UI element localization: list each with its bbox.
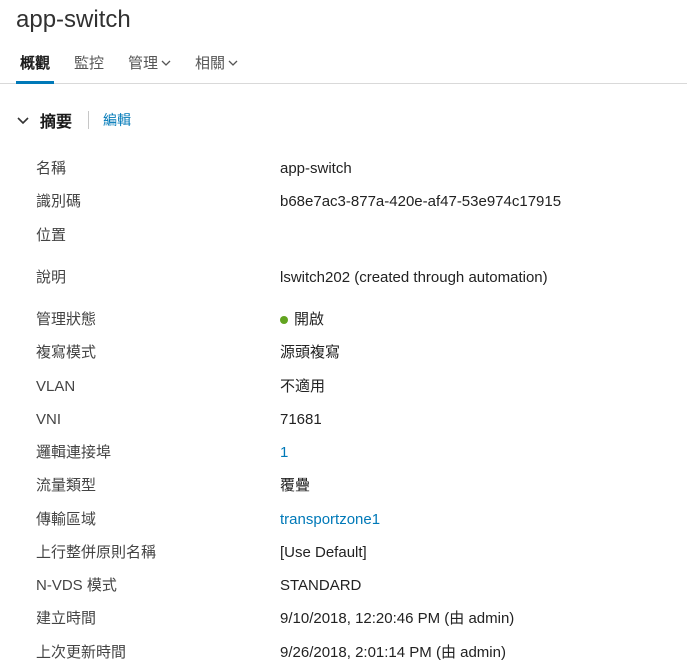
label-replication-mode: 複寫模式 — [36, 341, 280, 364]
row-transport-zone: 傳輸區域 transportzone1 — [36, 503, 687, 536]
label-uplink-teaming-policy: 上行整併原則名稱 — [36, 541, 280, 564]
row-last-modified: 上次更新時間 9/26/2018, 2:01:14 PM (由 admin) — [36, 636, 687, 669]
tab-manage[interactable]: 管理 — [124, 44, 175, 83]
value-logical-ports-link[interactable]: 1 — [280, 441, 288, 464]
value-description: lswitch202 (created through automation) — [280, 266, 548, 289]
chevron-down-icon — [161, 58, 171, 68]
row-nvds-mode: N-VDS 模式 STANDARD — [36, 569, 687, 602]
row-vni: VNI 71681 — [36, 403, 687, 436]
label-traffic-type: 流量類型 — [36, 474, 280, 497]
tab-overview[interactable]: 概觀 — [16, 44, 54, 83]
edit-link[interactable]: 編輯 — [103, 110, 131, 130]
value-admin-status: 開啟 — [280, 308, 324, 331]
label-name: 名稱 — [36, 157, 280, 180]
row-description: 說明 lswitch202 (created through automatio… — [36, 252, 687, 294]
label-logical-ports: 邏輯連接埠 — [36, 441, 280, 464]
chevron-down-icon[interactable] — [16, 113, 30, 127]
label-location: 位置 — [36, 224, 280, 247]
value-last-modified: 9/26/2018, 2:01:14 PM (由 admin) — [280, 641, 506, 664]
value-uplink-teaming-policy: [Use Default] — [280, 541, 367, 564]
tab-related-label: 相關 — [195, 52, 225, 73]
label-vlan: VLAN — [36, 375, 280, 398]
value-created: 9/10/2018, 12:20:46 PM (由 admin) — [280, 607, 514, 630]
page-title: app-switch — [0, 0, 687, 44]
label-last-modified: 上次更新時間 — [36, 641, 280, 664]
row-logical-ports: 邏輯連接埠 1 — [36, 436, 687, 469]
summary-details: 名稱 app-switch 識別碼 b68e7ac3-877a-420e-af4… — [0, 138, 687, 669]
row-created: 建立時間 9/10/2018, 12:20:46 PM (由 admin) — [36, 602, 687, 635]
section-title: 摘要 — [40, 108, 72, 132]
row-uplink-teaming-policy: 上行整併原則名稱 [Use Default] — [36, 536, 687, 569]
value-traffic-type: 覆疊 — [280, 474, 310, 497]
label-id: 識別碼 — [36, 190, 280, 213]
tab-bar: 概觀 監控 管理 相關 — [0, 44, 687, 84]
divider — [88, 111, 89, 129]
label-vni: VNI — [36, 408, 280, 431]
label-description: 說明 — [36, 266, 280, 289]
value-name: app-switch — [280, 157, 352, 180]
tab-monitor-label: 監控 — [74, 52, 104, 73]
row-traffic-type: 流量類型 覆疊 — [36, 469, 687, 502]
admin-status-text: 開啟 — [294, 311, 324, 328]
value-nvds-mode: STANDARD — [280, 574, 361, 597]
label-admin-status: 管理狀態 — [36, 308, 280, 331]
row-replication-mode: 複寫模式 源頭複寫 — [36, 336, 687, 369]
label-created: 建立時間 — [36, 607, 280, 630]
value-id: b68e7ac3-877a-420e-af47-53e974c17915 — [280, 190, 561, 213]
row-admin-status: 管理狀態 開啟 — [36, 294, 687, 336]
status-dot-icon — [280, 316, 288, 324]
label-transport-zone: 傳輸區域 — [36, 508, 280, 531]
row-name: 名稱 app-switch — [36, 152, 687, 185]
section-header-summary: 摘要 編輯 — [0, 84, 687, 138]
tab-overview-label: 概觀 — [20, 52, 50, 73]
row-vlan: VLAN 不適用 — [36, 370, 687, 403]
tab-monitor[interactable]: 監控 — [70, 44, 108, 83]
value-vni: 71681 — [280, 408, 322, 431]
row-id: 識別碼 b68e7ac3-877a-420e-af47-53e974c17915 — [36, 185, 687, 218]
row-location: 位置 — [36, 219, 687, 252]
label-nvds-mode: N-VDS 模式 — [36, 574, 280, 597]
value-vlan: 不適用 — [280, 375, 325, 398]
tab-manage-label: 管理 — [128, 52, 158, 73]
tab-related[interactable]: 相關 — [191, 44, 242, 83]
chevron-down-icon — [228, 58, 238, 68]
value-replication-mode: 源頭複寫 — [280, 341, 340, 364]
value-transport-zone-link[interactable]: transportzone1 — [280, 508, 380, 531]
